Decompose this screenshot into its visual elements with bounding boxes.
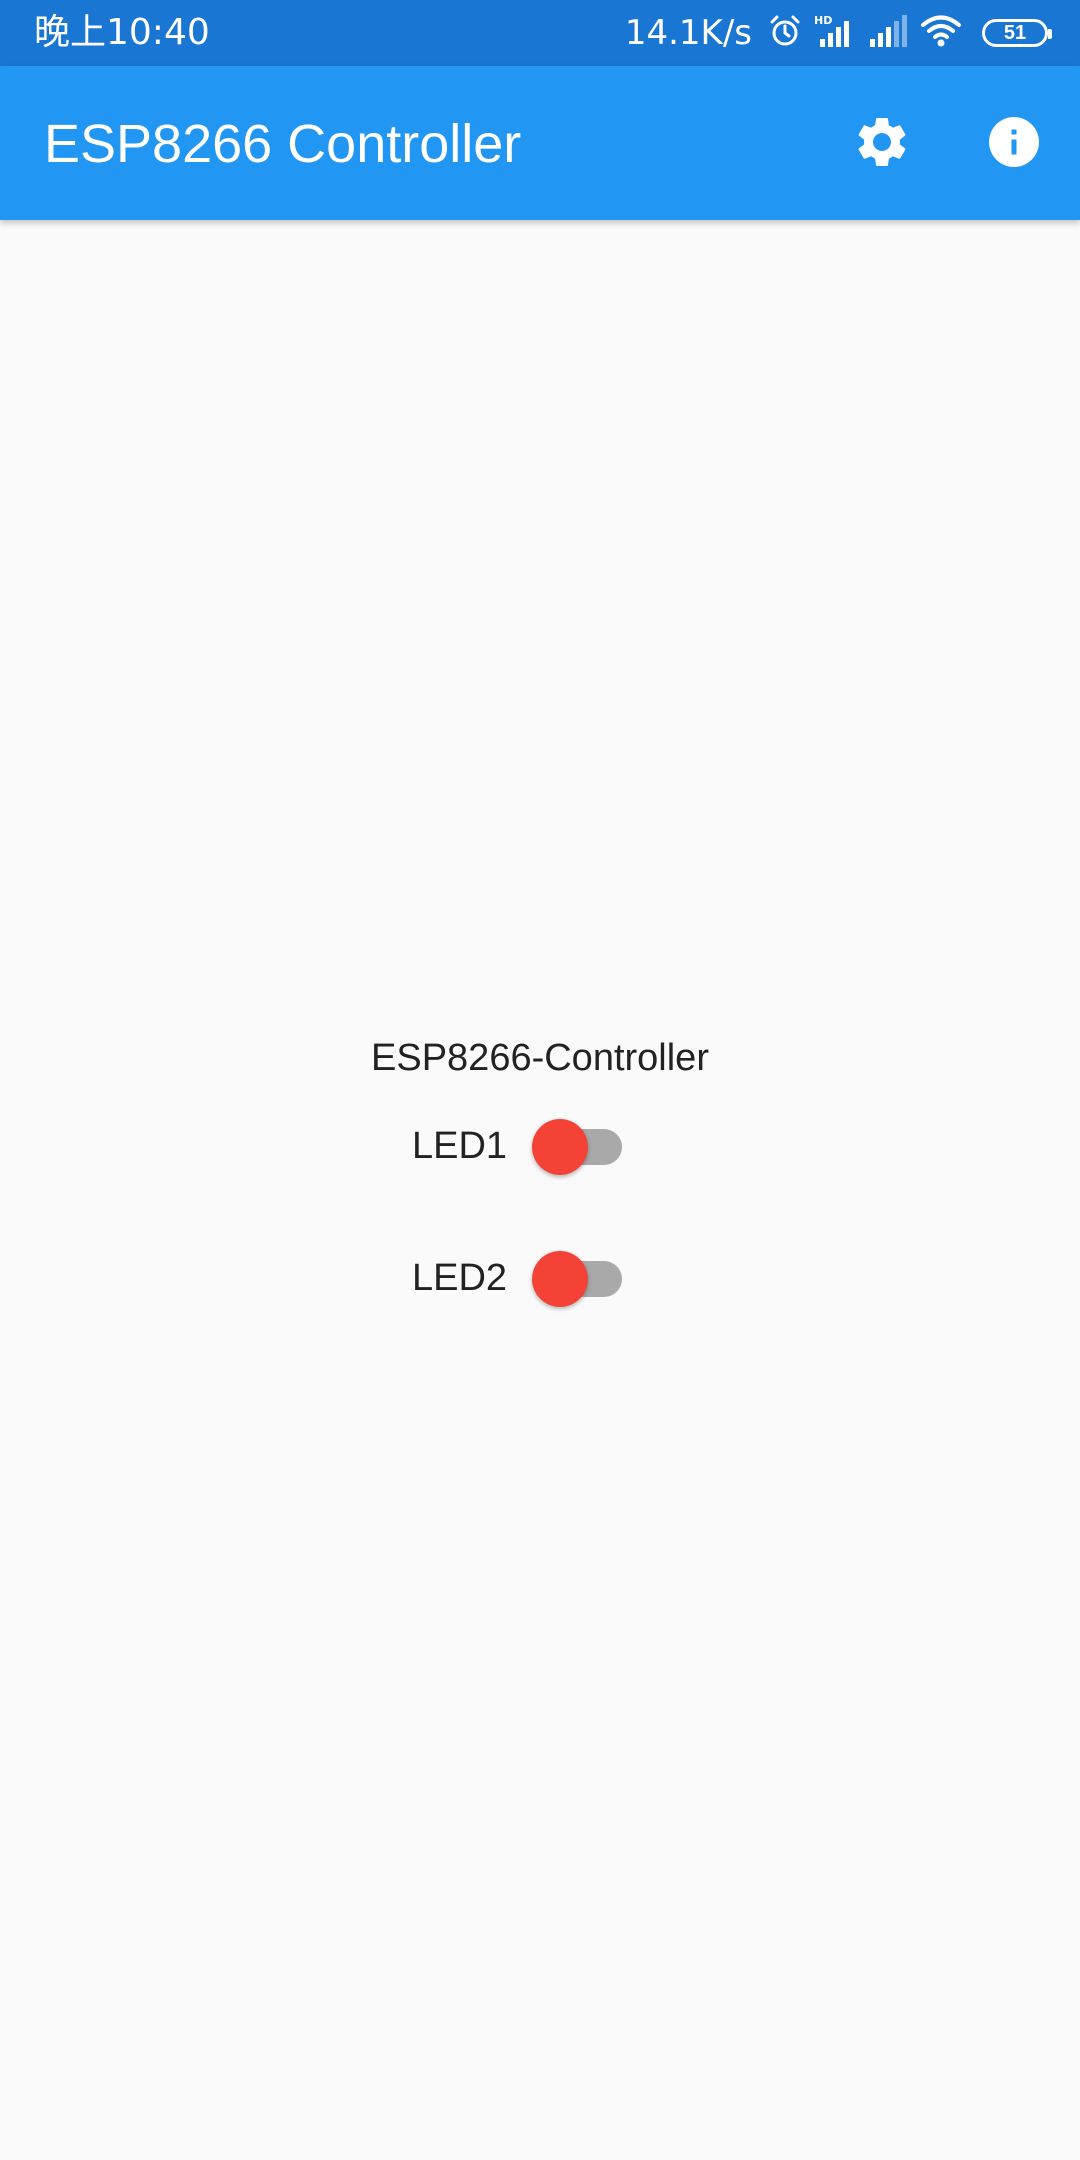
switch-thumb[interactable] bbox=[532, 1119, 588, 1175]
controller-title: ESP8266-Controller bbox=[371, 1037, 709, 1079]
hd-signal-icon: HD bbox=[814, 13, 856, 54]
led-label: LED2 bbox=[412, 1257, 508, 1299]
wifi-icon bbox=[920, 14, 962, 53]
app-bar: ESP8266 Controller bbox=[0, 66, 1080, 220]
page-title: ESP8266 Controller bbox=[44, 114, 522, 174]
led1-switch[interactable] bbox=[530, 1112, 634, 1180]
led-label: LED1 bbox=[412, 1125, 508, 1167]
info-icon bbox=[984, 112, 1044, 177]
alarm-icon bbox=[768, 14, 802, 53]
network-speed: 14.1K/s bbox=[624, 13, 752, 53]
signal-icon bbox=[868, 13, 908, 54]
status-icons: 14.1K/s HD 51 bbox=[624, 10, 1052, 56]
main-content: ESP8266-Controller bbox=[0, 1030, 1080, 1086]
led2-switch[interactable] bbox=[530, 1244, 634, 1312]
status-time: 晚上10:40 bbox=[34, 12, 210, 53]
settings-icon bbox=[852, 112, 912, 177]
svg-text:HD: HD bbox=[814, 14, 832, 27]
settings-button[interactable] bbox=[846, 108, 918, 180]
battery-icon: 51 bbox=[982, 19, 1052, 47]
status-bar: 晚上10:40 14.1K/s HD 51 bbox=[0, 0, 1080, 66]
led-row-led1: LED1 bbox=[0, 1106, 1080, 1186]
led-row-led2: LED2 bbox=[0, 1238, 1080, 1318]
info-button[interactable] bbox=[978, 108, 1050, 180]
switch-thumb[interactable] bbox=[532, 1251, 588, 1307]
battery-level: 51 bbox=[1003, 21, 1027, 44]
